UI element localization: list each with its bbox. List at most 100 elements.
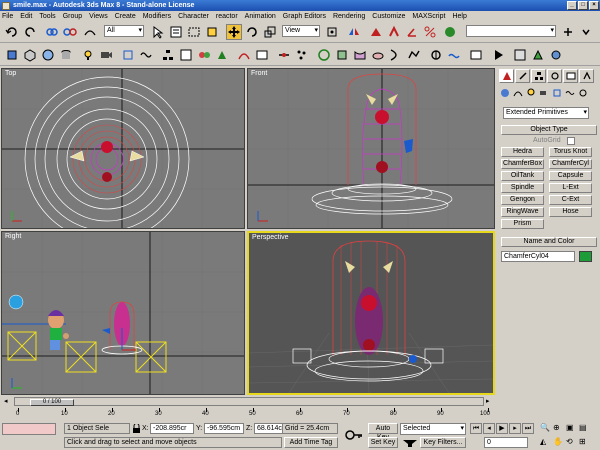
object-color-swatch[interactable]	[579, 251, 592, 262]
align-icon[interactable]	[368, 24, 384, 40]
light-icon[interactable]	[80, 47, 96, 63]
hierarchy-tab-icon[interactable]	[531, 69, 546, 83]
autogrid-checkbox[interactable]	[567, 137, 575, 145]
mirror-icon[interactable]	[346, 24, 362, 40]
next-frame-icon[interactable]: ▸	[509, 423, 521, 434]
reactor-icon[interactable]	[316, 47, 332, 63]
space-warps-icon[interactable]	[564, 87, 576, 99]
zoom-icon[interactable]: 🔍	[540, 423, 552, 434]
menu-create[interactable]: Create	[115, 13, 136, 20]
lights-icon[interactable]	[525, 87, 537, 99]
geometry-icon[interactable]	[499, 87, 511, 99]
select-scale-icon[interactable]	[262, 24, 278, 40]
maximize-viewport-icon[interactable]: ⊞	[579, 437, 591, 448]
key-filter-icon[interactable]	[402, 438, 418, 448]
window-crossing-icon[interactable]	[204, 24, 220, 40]
y-coordinate-field[interactable]: -96.595cm	[204, 423, 244, 434]
pan-icon[interactable]: ✋	[553, 437, 565, 448]
l-ext-button[interactable]: L-Ext	[549, 183, 592, 193]
menu-animation[interactable]: Animation	[245, 13, 276, 20]
quick-render-icon[interactable]	[490, 47, 506, 63]
time-next-icon[interactable]: ▸	[486, 397, 490, 405]
create-tab-icon[interactable]	[499, 69, 514, 83]
hedra-button[interactable]: Hedra	[501, 147, 544, 157]
maximize-button[interactable]: □	[578, 1, 588, 10]
menu-edit[interactable]: Edit	[20, 13, 32, 20]
object-name-field[interactable]: ChamferCyl04	[501, 251, 575, 262]
play-icon[interactable]: ▶	[496, 423, 508, 434]
menu-group[interactable]: Group	[63, 13, 82, 20]
preview-icon[interactable]	[468, 47, 484, 63]
hierarchy-icon[interactable]	[160, 47, 176, 63]
water-icon[interactable]	[446, 47, 462, 63]
helpers-icon[interactable]	[551, 87, 563, 99]
goto-start-icon[interactable]: ⏮	[470, 423, 482, 434]
zoom-all-icon[interactable]: ⊕	[553, 423, 565, 434]
display-tab-icon[interactable]	[563, 69, 578, 83]
create-toolbar-icon[interactable]	[4, 47, 20, 63]
schematic-icon[interactable]	[178, 47, 194, 63]
menu-views[interactable]: Views	[89, 13, 108, 20]
chamfercyl-button[interactable]: ChamferCyl	[549, 159, 592, 169]
minimize-button[interactable]: _	[567, 1, 577, 10]
select-object-icon[interactable]	[150, 24, 166, 40]
rigid-body-icon[interactable]	[334, 47, 350, 63]
redo-icon[interactable]	[22, 24, 38, 40]
viewport-front[interactable]: Front	[247, 68, 495, 229]
spindle-button[interactable]: Spindle	[501, 183, 544, 193]
percent-snap-icon[interactable]	[422, 24, 438, 40]
modify-tab-icon[interactable]	[515, 69, 530, 83]
named-selection-sets[interactable]	[466, 25, 556, 37]
edit-named-selection-icon[interactable]	[560, 24, 576, 40]
shapes-icon[interactable]	[512, 87, 524, 99]
constraint-icon[interactable]	[428, 47, 444, 63]
prev-frame-icon[interactable]: ◂	[483, 423, 495, 434]
systems-icon[interactable]	[577, 87, 589, 99]
dope-sheet-icon[interactable]	[254, 47, 270, 63]
selection-filter-dropdown[interactable]: All	[104, 25, 144, 37]
lock-selection-icon[interactable]	[132, 423, 141, 433]
undo-icon[interactable]	[4, 24, 20, 40]
set-key-icon[interactable]	[344, 426, 364, 444]
close-button[interactable]: ×	[589, 1, 599, 10]
space-warp-icon[interactable]	[138, 47, 154, 63]
menu-file[interactable]: File	[2, 13, 13, 20]
capsule-button[interactable]: Capsule	[549, 171, 592, 181]
primitive-category-dropdown[interactable]: Extended Primitives	[503, 107, 589, 119]
helper-icon[interactable]	[120, 47, 136, 63]
box-icon[interactable]	[22, 47, 38, 63]
rect-selection-icon[interactable]	[186, 24, 202, 40]
set-key-button[interactable]: Set Key	[368, 437, 398, 448]
key-mode-dropdown[interactable]: Selected	[400, 423, 466, 435]
viewport-top[interactable]: Top	[1, 68, 245, 229]
zoom-extents-icon[interactable]: ▣	[566, 423, 578, 434]
menu-help[interactable]: Help	[452, 13, 466, 20]
goto-end-icon[interactable]: ⏭	[522, 423, 534, 434]
add-time-tag-button[interactable]: Add Time Tag	[284, 437, 338, 448]
maxscript-listener[interactable]	[2, 423, 56, 435]
zoom-extents-all-icon[interactable]: ▤	[579, 423, 591, 434]
cloth-icon[interactable]	[352, 47, 368, 63]
time-prev-icon[interactable]: ◂	[4, 397, 8, 405]
bind-space-warp-icon[interactable]	[82, 24, 98, 40]
track-bar[interactable]: 0 10 20 30 40 50 60 70 80 90 100	[0, 407, 497, 421]
menu-graph-editors[interactable]: Graph Editors	[283, 13, 326, 20]
prism-button[interactable]: Prism	[501, 219, 544, 229]
motion-tab-icon[interactable]	[547, 69, 562, 83]
auto-key-button[interactable]: Auto Key	[368, 423, 398, 441]
named-selection-icon[interactable]	[442, 24, 458, 40]
oiltank-button[interactable]: OilTank	[501, 171, 544, 181]
key-filters-button[interactable]: Key Filters...	[420, 437, 466, 448]
chamferbox-button[interactable]: ChamferBox	[501, 159, 544, 169]
particle-view-icon[interactable]	[294, 47, 310, 63]
viewport-perspective[interactable]: Perspective	[247, 231, 495, 395]
select-link-icon[interactable]	[44, 24, 60, 40]
menu-character[interactable]: Character	[178, 13, 209, 20]
arc-rotate-icon[interactable]: ⟲	[566, 437, 578, 448]
select-rotate-icon[interactable]	[244, 24, 260, 40]
x-coordinate-field[interactable]: -208.895cr	[150, 423, 194, 434]
name-and-color-rollout[interactable]: Name and Color	[501, 237, 597, 247]
ringwave-button[interactable]: RingWave	[501, 207, 544, 217]
rope-icon[interactable]	[388, 47, 404, 63]
deforming-mesh-icon[interactable]	[406, 47, 422, 63]
